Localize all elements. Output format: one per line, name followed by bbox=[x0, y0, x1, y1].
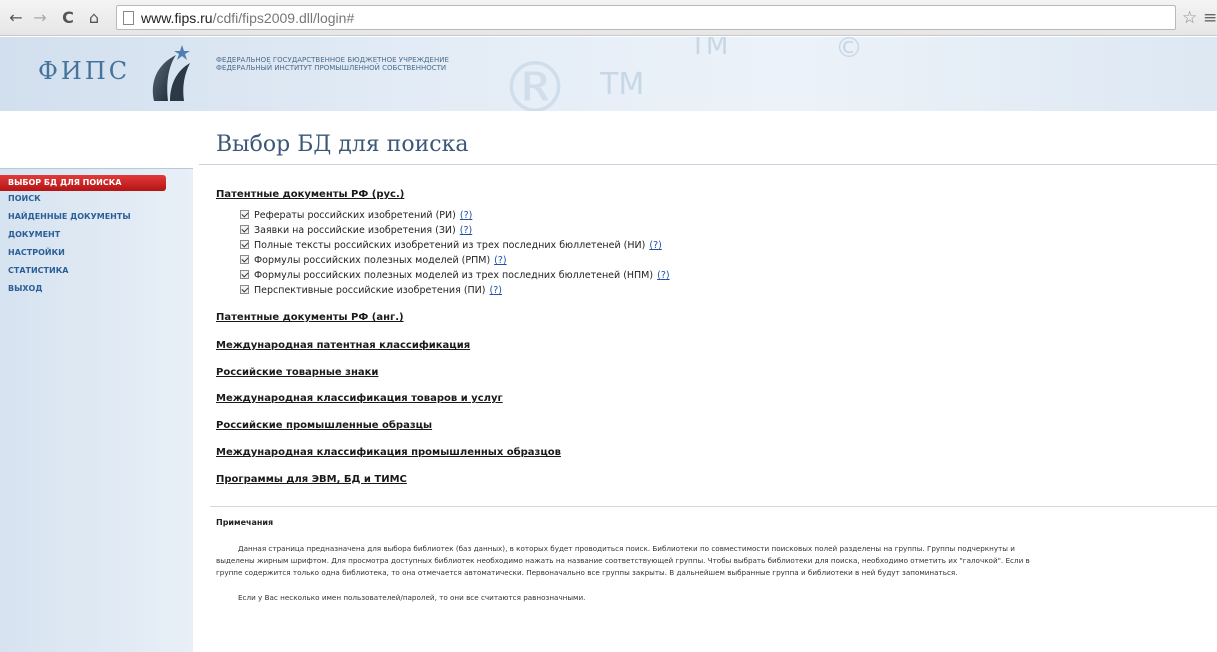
sidebar-item-document[interactable]: ДОКУМЕНТ bbox=[0, 227, 193, 243]
db-checkbox[interactable] bbox=[240, 210, 249, 219]
org-name-line-2: ФЕДЕРАЛЬНЫЙ ИНСТИТУТ ПРОМЫШЛЕННОЙ СОБСТВ… bbox=[216, 64, 447, 72]
db-row-ni: Полные тексты российских изобретений из … bbox=[240, 239, 662, 253]
help-link[interactable]: (?) bbox=[494, 255, 506, 266]
sidebar-item-statistics[interactable]: СТАТИСТИКА bbox=[0, 263, 193, 279]
db-checkbox[interactable] bbox=[240, 285, 249, 294]
url-text: www.fips.ru/cdfi/fips2009.dll/login# bbox=[141, 10, 355, 26]
fips-logo-icon bbox=[152, 45, 190, 101]
home-icon[interactable]: ⌂ bbox=[84, 8, 104, 28]
content-divider bbox=[199, 164, 1217, 165]
notes-paragraph-1-line-1: Данная страница предназначена для выбора… bbox=[238, 544, 1015, 553]
db-checkbox[interactable] bbox=[240, 255, 249, 264]
db-row-rpm: Формулы российских полезных моделей (РПМ… bbox=[240, 254, 507, 268]
db-row-zi: Заявки на российские изобретения (ЗИ) (?) bbox=[240, 224, 472, 238]
db-row-pi: Перспективные российские изобретения (ПИ… bbox=[240, 284, 502, 298]
group-ru-industrial-designs[interactable]: Российские промышленные образцы bbox=[216, 420, 432, 431]
reload-icon[interactable]: C bbox=[58, 8, 78, 28]
notes-divider bbox=[210, 506, 1217, 507]
notes-title: Примечания bbox=[216, 518, 274, 527]
logo-text[interactable]: ФИПС bbox=[38, 57, 130, 85]
db-row-ri: Рефераты российских изобретений (РИ) (?) bbox=[240, 209, 472, 223]
notes-paragraph-2: Если у Вас несколько имен пользователей/… bbox=[238, 593, 586, 602]
menu-icon[interactable]: ≡ bbox=[1203, 8, 1217, 28]
group-ru-trademarks[interactable]: Российские товарные знаки bbox=[216, 367, 378, 378]
group-patent-docs-ru[interactable]: Патентные документы РФ (рус.) bbox=[216, 189, 404, 200]
watermark-registered: ® bbox=[500, 47, 570, 111]
db-row-npm: Формулы российских полезных моделей из т… bbox=[240, 269, 670, 283]
page-title: Выбор БД для поиска bbox=[216, 132, 469, 157]
watermark-copyright: © bbox=[835, 37, 863, 64]
notes-paragraph-1-line-3: группе содержится только одна библиотека… bbox=[216, 568, 958, 577]
notes-paragraph-1-line-2: выделены жирным шрифтом. Для просмотра д… bbox=[216, 556, 1030, 565]
watermark-trademark: TM bbox=[600, 67, 645, 102]
db-checkbox[interactable] bbox=[240, 225, 249, 234]
db-checkbox[interactable] bbox=[240, 240, 249, 249]
group-locarno-classification[interactable]: Международная классификация промышленных… bbox=[216, 447, 561, 458]
page-icon bbox=[123, 11, 134, 25]
org-name-line-1: ФЕДЕРАЛЬНОЕ ГОСУДАРСТВЕННОЕ БЮДЖЕТНОЕ УЧ… bbox=[216, 56, 449, 64]
help-link[interactable]: (?) bbox=[649, 240, 661, 251]
db-checkbox[interactable] bbox=[240, 270, 249, 279]
sidebar-item-settings[interactable]: НАСТРОЙКИ bbox=[0, 245, 193, 261]
forward-arrow-icon[interactable]: → bbox=[30, 8, 50, 28]
help-link[interactable]: (?) bbox=[460, 225, 472, 236]
sidebar-item-db-select[interactable]: ВЫБОР БД ДЛЯ ПОИСКА bbox=[0, 175, 166, 191]
watermark-trademark-2: TM bbox=[690, 37, 729, 61]
back-arrow-icon[interactable]: ← bbox=[6, 8, 26, 28]
bookmark-star-icon[interactable]: ☆ bbox=[1182, 8, 1197, 28]
group-nice-classification[interactable]: Международная классификация товаров и ус… bbox=[216, 393, 503, 404]
site-header: ® TM TM © ФИПС ФЕДЕРАЛЬНОЕ ГОСУДАРСТВЕНН… bbox=[0, 37, 1217, 111]
sidebar: ВЫБОР БД ДЛЯ ПОИСКА ПОИСК НАЙДЕННЫЕ ДОКУ… bbox=[0, 168, 193, 652]
help-link[interactable]: (?) bbox=[657, 270, 669, 281]
group-ipc[interactable]: Международная патентная классификация bbox=[216, 340, 470, 351]
help-link[interactable]: (?) bbox=[460, 210, 472, 221]
help-link[interactable]: (?) bbox=[490, 285, 502, 296]
address-bar[interactable]: www.fips.ru/cdfi/fips2009.dll/login# bbox=[116, 5, 1176, 30]
sidebar-item-search[interactable]: ПОИСК bbox=[0, 191, 193, 207]
browser-toolbar: ← → C ⌂ www.fips.ru/cdfi/fips2009.dll/lo… bbox=[0, 0, 1217, 36]
sidebar-item-logout[interactable]: ВЫХОД bbox=[0, 281, 193, 297]
group-patent-docs-en[interactable]: Патентные документы РФ (анг.) bbox=[216, 312, 404, 323]
group-software-db-tims[interactable]: Программы для ЭВМ, БД и ТИМС bbox=[216, 474, 407, 485]
sidebar-item-found-documents[interactable]: НАЙДЕННЫЕ ДОКУМЕНТЫ bbox=[0, 209, 193, 225]
